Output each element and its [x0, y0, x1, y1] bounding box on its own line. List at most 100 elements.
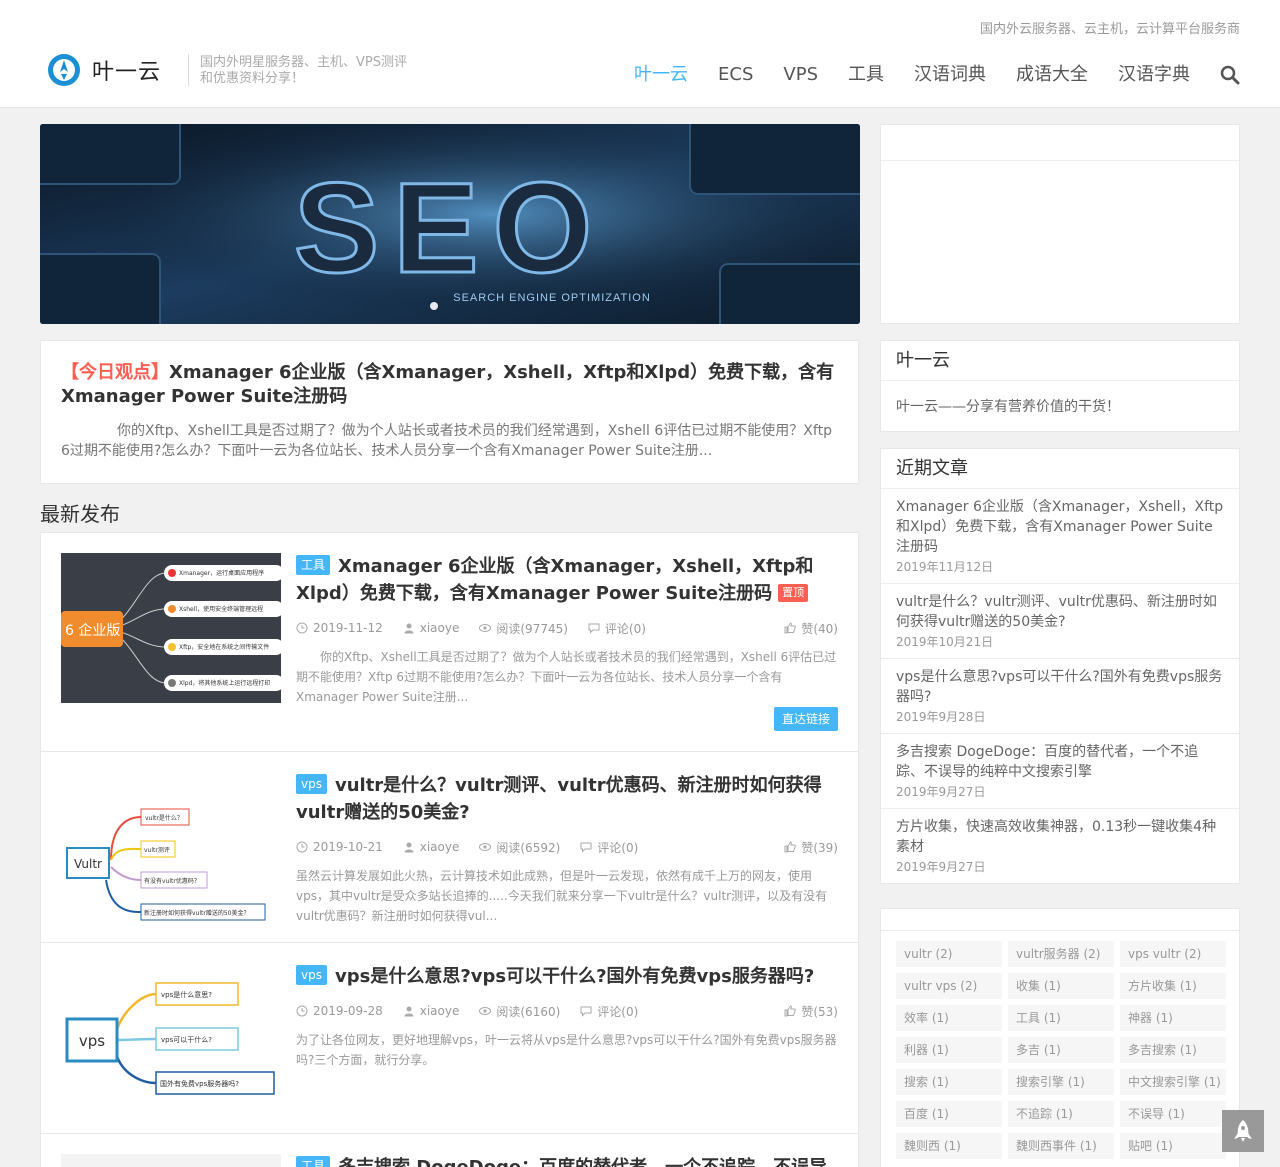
tag-link[interactable]: vultr vps (2) [896, 973, 1002, 999]
tag-link[interactable]: 利器 (1) [896, 1037, 1002, 1063]
sticky-title-text: Xmanager 6企业版（含Xmanager，Xshell，Xftp和Xlpd… [61, 362, 835, 407]
thumb-branch-3: 国外有免费vps服务器吗? [160, 1079, 239, 1088]
clock-icon [296, 841, 308, 853]
category-badge[interactable]: 工具 [296, 1156, 331, 1167]
banner-slide[interactable]: SEO SEARCH ENGINE OPTIMIZATION [40, 124, 860, 324]
nav-item-dictionary[interactable]: 汉语词典 [914, 62, 986, 88]
post-title-text: vultr是什么？vultr测评、vultr优惠码、新注册时如何获得vultr赠… [296, 775, 822, 823]
nav-item-vps[interactable]: VPS [783, 62, 818, 88]
post-meta: 2019-09-28 xiaoye 阅读(6160) 评论(0) 赞(53) [296, 1002, 838, 1020]
tag-link[interactable]: 魏则西 (1) [896, 1133, 1002, 1159]
nav-item-idioms[interactable]: 成语大全 [1016, 62, 1088, 88]
sticky-excerpt: 你的Xftp、Xshell工具是否过期了？做为个人站长或者技术员的我们经常遇到，… [61, 423, 832, 459]
recent-post-date: 2019年10月21日 [896, 635, 994, 649]
post-comments[interactable]: 评论(0) [580, 839, 638, 856]
main-nav: 叶一云 ECS VPS 工具 汉语词典 成语大全 汉语字典 [604, 62, 1240, 88]
like-button[interactable]: 赞(40) [784, 620, 838, 637]
nav-item-ecs[interactable]: ECS [718, 62, 753, 88]
category-badge[interactable]: vps [296, 774, 327, 794]
direct-link-button[interactable]: 直达链接 [773, 707, 838, 731]
recent-post-title[interactable]: vultr是什么？vultr测评、vultr优惠码、新注册时如何获得vultr赠… [896, 592, 1224, 632]
post-date: 2019-11-12 [296, 621, 383, 635]
tag-link[interactable]: 贴吧 (1) [1120, 1133, 1226, 1159]
tag-link[interactable]: 搜索 (1) [896, 1069, 1002, 1095]
about-widget: 叶一云 叶一云——分享有营养价值的干货！ [880, 340, 1240, 432]
thumb-branch-2: vps可以干什么? [161, 1035, 212, 1044]
recent-post-title[interactable]: vps是什么意思?vps可以干什么?国外有免费vps服务器吗? [896, 667, 1224, 707]
thumb-center: vps [79, 1032, 105, 1050]
post-meta: 2019-11-12 xiaoye 阅读(97745) 评论(0) 赞(40) [296, 619, 838, 637]
tag-link[interactable]: 方片收集 (1) [1120, 973, 1226, 999]
thumbs-up-icon [784, 841, 797, 853]
post-title-text: 多吉搜索 DogeDoge：百度的替代者，一个不追踪、不误导 [338, 1157, 827, 1167]
tag-link[interactable]: 神器 (1) [1120, 1005, 1226, 1031]
recent-post-date: 2019年9月27日 [896, 785, 986, 799]
tag-link[interactable]: 不误导 (1) [1120, 1101, 1226, 1127]
tag-link[interactable]: 不追踪 (1) [1008, 1101, 1114, 1127]
post-author[interactable]: xiaoye [403, 1004, 459, 1018]
clock-icon [296, 622, 308, 634]
tag-link[interactable]: vps vultr (2) [1120, 941, 1226, 967]
eye-icon [479, 843, 492, 851]
back-to-top-button[interactable] [1222, 1110, 1264, 1152]
recent-post-date: 2019年9月28日 [896, 710, 986, 724]
post-thumbnail[interactable]: vps vps是什么意思? vps可以干什么? 国外有免费vps服务器吗? [61, 963, 281, 1113]
tag-link[interactable]: 效率 (1) [896, 1005, 1002, 1031]
post-excerpt: 你的Xftp、Xshell工具是否过期了？做为个人站长或者技术员的我们经常遇到，… [296, 650, 837, 704]
tag-link[interactable]: vultr服务器 (2) [1008, 941, 1114, 967]
ad-widget-header [881, 125, 1239, 161]
sticky-title[interactable]: 【今日观点】Xmanager 6企业版（含Xmanager，Xshell，Xft… [61, 361, 838, 409]
post-thumbnail[interactable] [61, 1154, 281, 1167]
post-author[interactable]: xiaoye [403, 840, 459, 854]
post-comments[interactable]: 评论(0) [580, 1003, 638, 1020]
today-viewpoint[interactable]: 【今日观点】Xmanager 6企业版（含Xmanager，Xshell，Xft… [40, 340, 859, 484]
post-title[interactable]: vps vultr是什么？vultr测评、vultr优惠码、新注册时如何获得vul… [296, 772, 838, 826]
nav-item-home[interactable]: 叶一云 [634, 62, 688, 88]
nav-item-characters[interactable]: 汉语字典 [1118, 62, 1190, 88]
thumb-branch-2: vultr测评 [144, 846, 170, 854]
sticky-tag: 【今日观点】 [61, 362, 169, 383]
tag-link[interactable]: 百度 (1) [896, 1101, 1002, 1127]
post-title[interactable]: 工具多吉搜索 DogeDoge：百度的替代者，一个不追踪、不误导 [296, 1154, 838, 1167]
tag-link[interactable]: 多吉搜索 (1) [1120, 1037, 1226, 1063]
tag-link[interactable]: 多吉 (1) [1008, 1037, 1114, 1063]
eye-icon [479, 1007, 492, 1015]
tag-link[interactable]: 中文搜索引擎 (1) [1120, 1069, 1226, 1095]
category-badge[interactable]: 工具 [296, 555, 331, 575]
recent-post-item[interactable]: 方片收集，快速高效收集神器，0.13秒一键收集4种素材 2019年9月27日 [881, 809, 1239, 883]
post-comments[interactable]: 评论(0) [588, 620, 646, 637]
post-title[interactable]: vps vps是什么意思?vps可以干什么?国外有免费vps服务器吗? [296, 963, 838, 990]
recent-post-title[interactable]: 方片收集，快速高效收集神器，0.13秒一键收集4种素材 [896, 817, 1224, 857]
slider-dot[interactable] [430, 302, 438, 310]
nav-item-tools[interactable]: 工具 [848, 62, 884, 88]
recent-post-item[interactable]: vps是什么意思?vps可以干什么?国外有免费vps服务器吗? 2019年9月2… [881, 659, 1239, 734]
comment-icon [580, 842, 592, 853]
recent-post-item[interactable]: vultr是什么？vultr测评、vultr优惠码、新注册时如何获得vultr赠… [881, 584, 1239, 659]
tag-cloud-header [881, 909, 1239, 931]
search-icon[interactable] [1220, 65, 1240, 85]
like-button[interactable]: 赞(39) [784, 839, 838, 856]
recent-post-item[interactable]: Xmanager 6企业版（含Xmanager，Xshell，Xftp和Xlpd… [881, 489, 1239, 584]
about-widget-text: 叶一云——分享有营养价值的干货！ [896, 399, 1120, 415]
tag-link[interactable]: 搜索引擎 (1) [1008, 1069, 1114, 1095]
post-item: vps vps是什么意思? vps可以干什么? 国外有免费vps服务器吗? vp… [40, 943, 859, 1134]
post-author[interactable]: xiaoye [403, 621, 459, 635]
tag-link[interactable]: 魏则西事件 (1) [1008, 1133, 1114, 1159]
category-badge[interactable]: vps [296, 965, 327, 985]
like-button[interactable]: 赞(53) [784, 1003, 838, 1020]
post-item: Vultr vultr是什么？ vultr测评 有没有vultr优惠码？ 新注册… [40, 752, 859, 943]
site-header: 国内外云服务器、云主机，云计算平台服务商 叶一云 国内外明星服务器、主机、VPS… [0, 0, 1280, 108]
recent-post-title[interactable]: 多吉搜索 DogeDoge：百度的替代者，一个不追踪、不误导的纯粹中文搜索引擎 [896, 742, 1224, 782]
tag-link[interactable]: 工具 (1) [1008, 1005, 1114, 1031]
recent-post-title[interactable]: Xmanager 6企业版（含Xmanager，Xshell，Xftp和Xlpd… [896, 497, 1224, 557]
post-thumbnail[interactable]: Vultr vultr是什么？ vultr测评 有没有vultr优惠码？ 新注册… [61, 772, 281, 922]
seo-banner-image: SEO SEARCH ENGINE OPTIMIZATION [40, 124, 860, 324]
post-title[interactable]: 工具 Xmanager 6企业版（含Xmanager，Xshell，Xftp和Xl… [296, 553, 838, 607]
tag-link[interactable]: vultr (2) [896, 941, 1002, 967]
site-logo[interactable]: 叶一云 [48, 54, 161, 86]
post-thumbnail[interactable]: 6 企业版 Xmanager，运行桌面应用程序 Xshell，使用安全终端管理远… [61, 553, 281, 703]
user-icon [404, 842, 414, 853]
thumb-branch-1: vps是什么意思? [161, 990, 212, 999]
tag-link[interactable]: 收集 (1) [1008, 973, 1114, 999]
recent-post-item[interactable]: 多吉搜索 DogeDoge：百度的替代者，一个不追踪、不误导的纯粹中文搜索引擎 … [881, 734, 1239, 809]
